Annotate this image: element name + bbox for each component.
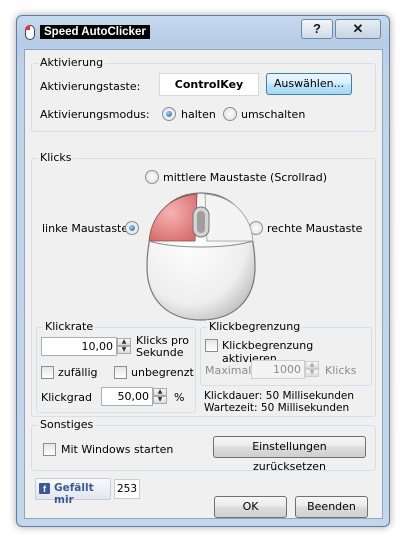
middle-button-radio[interactable] [145, 170, 159, 184]
click-duration-text: Klickdauer: 50 Millisekunden [204, 390, 354, 402]
close-button[interactable]: ✕ [335, 19, 381, 39]
left-button-radio[interactable] [125, 221, 139, 235]
activation-group-title: Aktivierung [38, 56, 106, 69]
spin-down-icon[interactable]: ▼ [117, 346, 131, 354]
other-group-title: Sonstiges [38, 418, 96, 431]
other-group: Sonstiges Mit Windows starten Einstellun… [31, 418, 376, 473]
max-clicks-unit: Klicks [325, 364, 357, 377]
random-checkbox[interactable] [41, 366, 54, 379]
activation-mode-label: Aktivierungsmodus: [40, 108, 150, 121]
mode-toggle-radio[interactable] [223, 107, 237, 121]
click-rate-input[interactable]: 10,00 [41, 337, 117, 356]
max-label: Maximal [205, 364, 252, 377]
spin-down-icon[interactable]: ▼ [305, 369, 319, 377]
click-rate-group: Klickrate 10,00 ▲ ▼ Klicks pro Sekunde zu… [36, 320, 196, 413]
spin-up-icon[interactable]: ▲ [305, 361, 319, 369]
spin-up-icon[interactable]: ▲ [117, 338, 131, 346]
activation-key-label: Aktivierungstaste: [40, 80, 141, 93]
startup-checkbox[interactable] [43, 443, 56, 456]
clicks-group: Klicks mittlere Maustaste (Scrollrad) li… [31, 151, 376, 417]
app-window: Speed AutoClicker ? ✕ Aktivierung Aktivi… [16, 15, 390, 527]
click-degree-stepper[interactable]: ▲ ▼ [153, 388, 167, 404]
mouse-app-icon [25, 25, 35, 40]
unlimited-label[interactable]: unbegrenzt [131, 366, 194, 379]
wait-time-text: Wartezeit: 50 Millisekunden [204, 402, 350, 414]
activation-key-field[interactable]: ControlKey [159, 73, 259, 96]
random-label[interactable]: zufällig [58, 366, 98, 379]
facebook-icon: f [39, 483, 50, 494]
click-degree-input[interactable]: 50,00 [101, 387, 153, 406]
mode-hold-radio[interactable] [162, 107, 176, 121]
click-rate-group-title: Klickrate [43, 320, 96, 333]
max-clicks-stepper[interactable]: ▲ ▼ [305, 361, 319, 377]
click-degree-label: Klickgrad [41, 391, 92, 404]
activation-group: Aktivierung Aktivierungstaste: ControlKe… [31, 56, 376, 132]
reset-settings-button[interactable]: Einstellungen zurücksetzen [213, 436, 366, 473]
click-degree-unit: % [174, 391, 185, 404]
help-button[interactable]: ? [301, 19, 333, 39]
title-bar[interactable]: Speed AutoClicker ? ✕ [17, 16, 389, 48]
mouse-illustration [146, 192, 256, 321]
spin-up-icon[interactable]: ▲ [153, 388, 167, 396]
quit-button[interactable]: Beenden [295, 496, 368, 518]
right-button-label[interactable]: rechte Maustaste [267, 222, 362, 235]
click-limit-group: Klickbegrenzung Klickbegrenzung aktivier… [200, 320, 372, 386]
unlimited-checkbox[interactable] [114, 366, 127, 379]
click-limit-checkbox[interactable] [205, 339, 218, 352]
select-key-button[interactable]: Auswählen... [266, 73, 352, 95]
window-title: Speed AutoClicker [40, 25, 150, 39]
mode-hold-label[interactable]: halten [181, 108, 216, 121]
spin-down-icon[interactable]: ▼ [153, 396, 167, 404]
mode-toggle-label[interactable]: umschalten [241, 108, 305, 121]
client-area: Aktivierung Aktivierungstaste: ControlKe… [24, 49, 383, 519]
ok-button[interactable]: OK [214, 496, 287, 518]
clicks-group-title: Klicks [38, 151, 74, 164]
facebook-like-button[interactable]: f Gefällt mir [35, 478, 111, 506]
click-rate-stepper[interactable]: ▲ ▼ [117, 338, 131, 354]
middle-button-label[interactable]: mittlere Maustaste (Scrollrad) [163, 171, 327, 184]
like-count: 253 [114, 479, 140, 499]
left-button-label[interactable]: linke Maustaste [42, 222, 128, 235]
max-clicks-input[interactable]: 1000 [251, 360, 305, 379]
click-rate-unit-line2: Sekunde [136, 346, 184, 359]
like-label: Gefällt mir [54, 482, 94, 506]
click-limit-group-title: Klickbegrenzung [207, 320, 303, 333]
startup-label[interactable]: Mit Windows starten [61, 443, 173, 456]
